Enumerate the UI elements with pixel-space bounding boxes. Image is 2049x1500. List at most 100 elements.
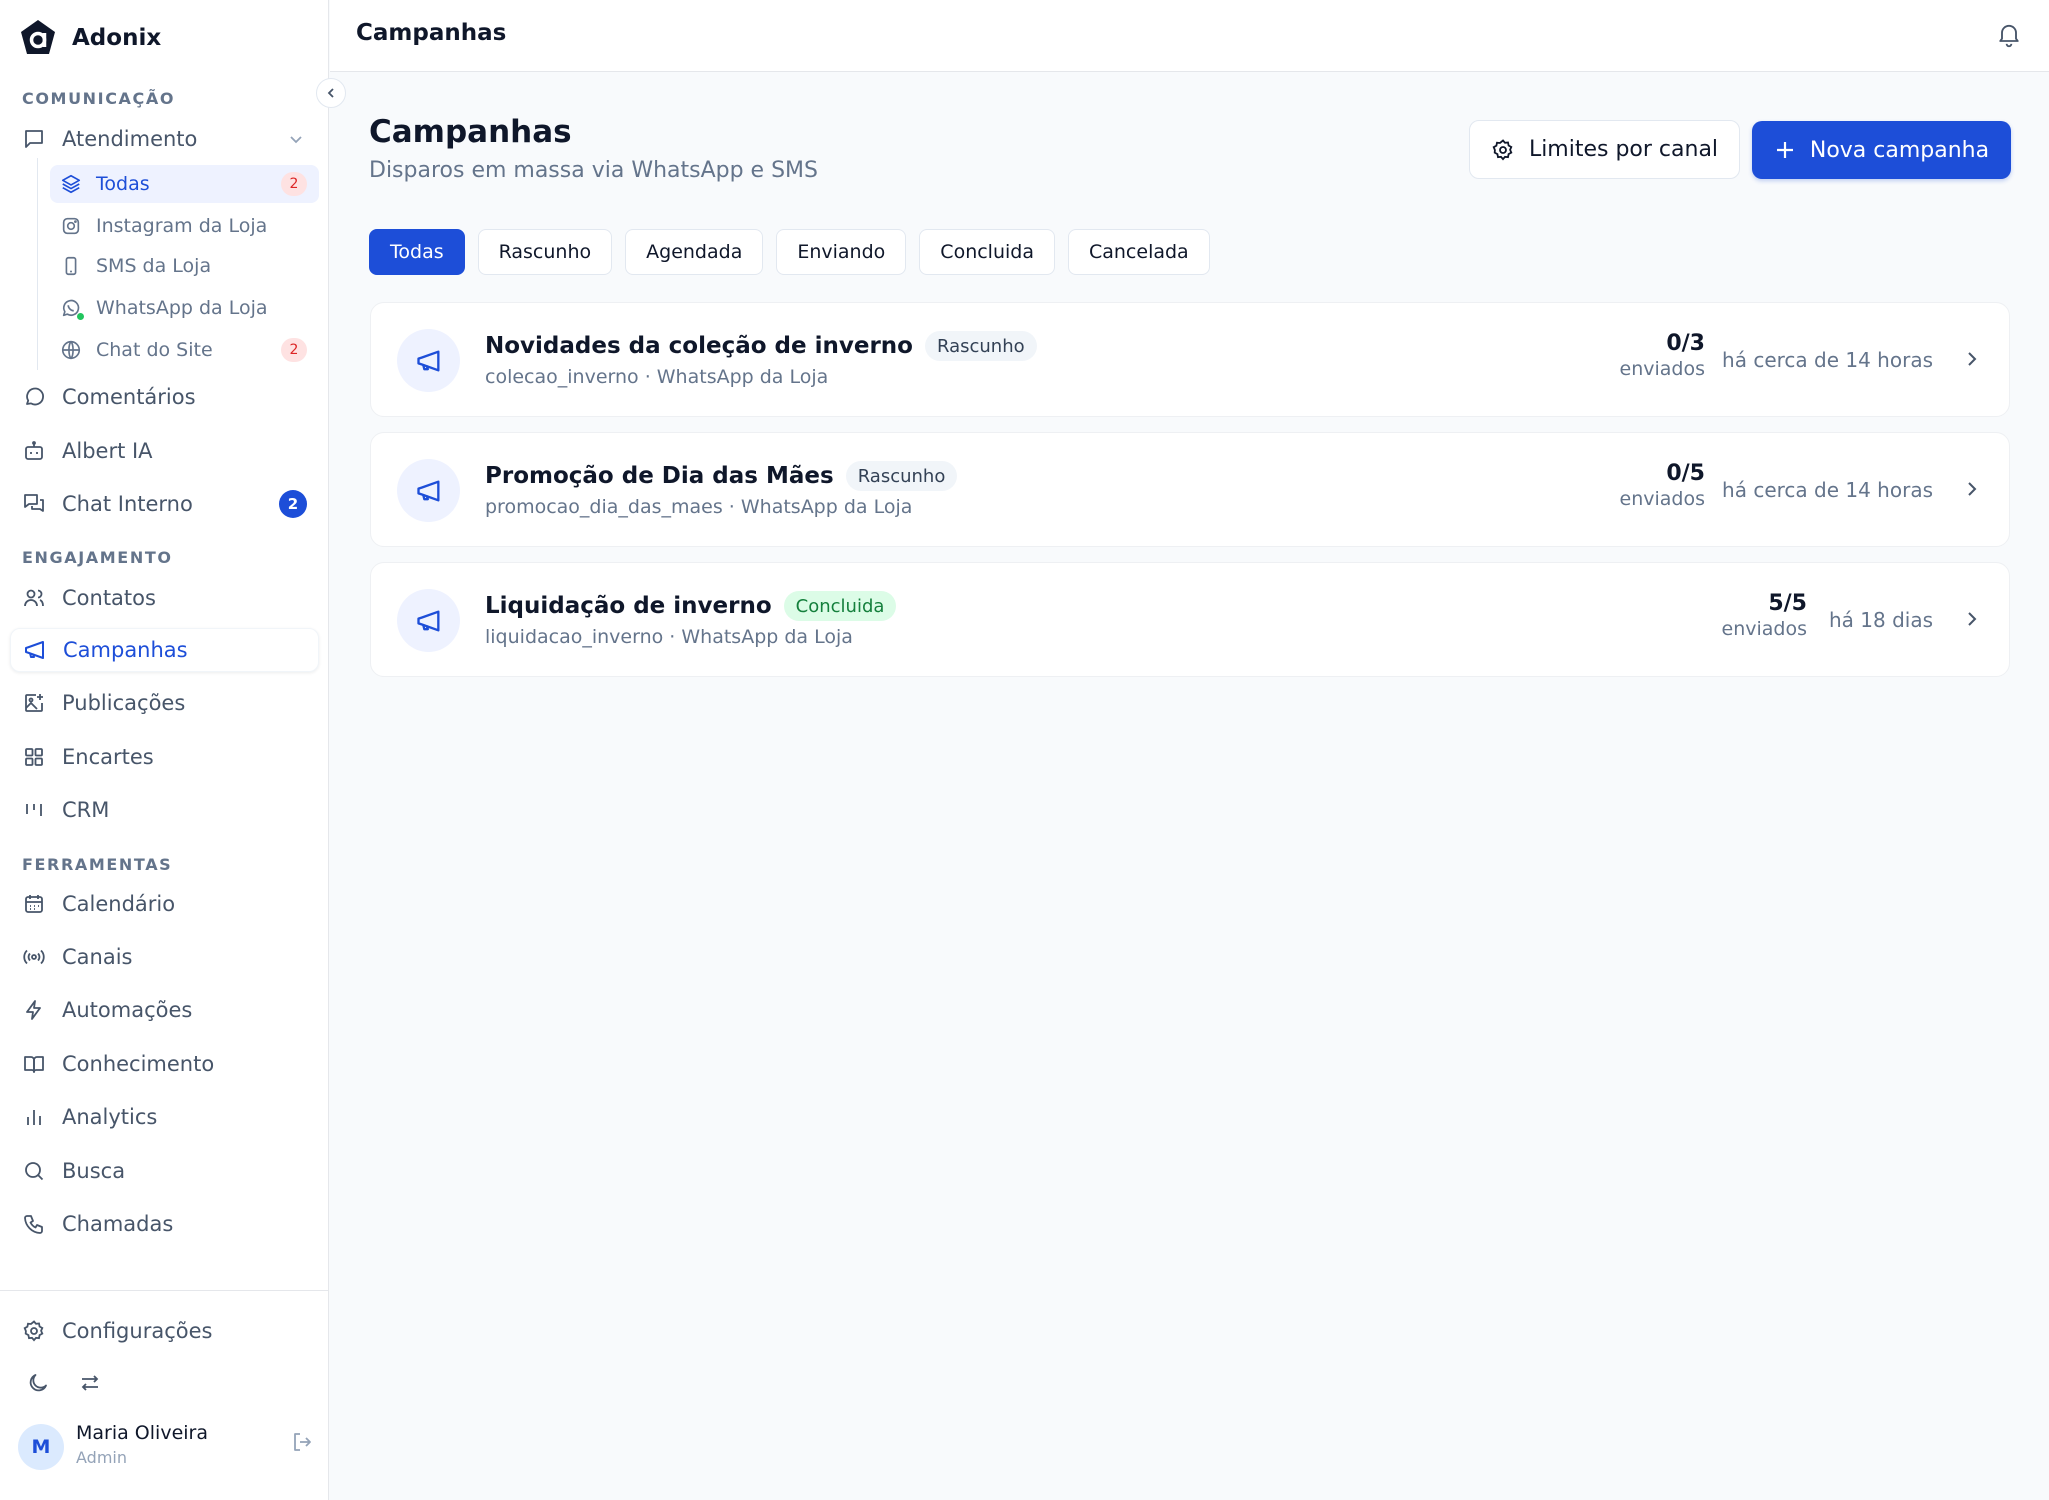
top-bar: Campanhas	[330, 0, 2049, 72]
chevron-right-icon	[1961, 608, 1983, 630]
chevron-right-icon	[1961, 478, 1983, 500]
sidebar-item-calendario[interactable]: Calendário	[10, 882, 319, 926]
campaign-stats: 0/5 enviados	[1620, 461, 1705, 510]
campaign-card[interactable]: Novidades da coleção de inverno Rascunho…	[370, 302, 2010, 417]
users-icon	[22, 586, 46, 610]
sidebar-item-automacoes[interactable]: Automações	[10, 988, 319, 1032]
sidebar-item-comentarios[interactable]: Comentários	[10, 375, 319, 419]
user-role: Admin	[76, 1448, 127, 1467]
megaphone-icon	[397, 329, 460, 392]
kanban-icon	[22, 798, 46, 822]
sidebar-subitem-label: SMS da Loja	[96, 255, 212, 277]
sidebar-item-label: Atendimento	[62, 127, 198, 151]
settings-icon	[22, 1319, 46, 1343]
sidebar-item-label: Chamadas	[62, 1212, 174, 1236]
sidebar-item-label: Campanhas	[63, 638, 188, 662]
switch-account-button[interactable]	[72, 1365, 108, 1401]
unread-badge: 2	[281, 172, 307, 196]
search-icon	[22, 1159, 46, 1183]
page-title: Campanhas	[369, 114, 572, 150]
sent-count: 0/3	[1666, 331, 1705, 356]
globe-icon	[60, 339, 82, 361]
zap-icon	[22, 998, 46, 1022]
status-badge: Rascunho	[845, 461, 958, 491]
phone-device-icon	[60, 255, 82, 277]
sidebar-item-configuracoes[interactable]: Configurações	[10, 1309, 319, 1353]
sidebar-item-canais[interactable]: Canais	[10, 935, 319, 979]
sidebar-item-label: CRM	[62, 798, 110, 822]
layers-icon	[60, 173, 82, 195]
sidebar-subitem-sms[interactable]: SMS da Loja	[50, 247, 319, 285]
sidebar-item-atendimento[interactable]: Atendimento	[10, 117, 319, 161]
sidebar-item-label: Comentários	[62, 385, 196, 409]
user-profile[interactable]: M Maria Oliveira Admin	[18, 1422, 314, 1470]
campaign-time: há cerca de 14 horas	[1722, 478, 1933, 502]
status-filter-tabs: Todas Rascunho Agendada Enviando Conclui…	[369, 229, 1210, 275]
book-open-icon	[22, 1052, 46, 1076]
theme-toggle-button[interactable]	[20, 1365, 56, 1401]
unread-badge: 2	[281, 338, 307, 362]
sidebar-item-albert-ia[interactable]: Albert IA	[10, 429, 319, 473]
sidebar-item-contatos[interactable]: Contatos	[10, 576, 319, 620]
messages-icon	[22, 492, 46, 516]
sidebar-item-label: Analytics	[62, 1105, 158, 1129]
campaign-card[interactable]: Promoção de Dia das Mães Rascunho promoc…	[370, 432, 2010, 547]
page-subtitle: Disparos em massa via WhatsApp e SMS	[369, 158, 818, 183]
avatar: M	[18, 1424, 64, 1470]
arrows-swap-icon	[78, 1371, 102, 1395]
campaign-title: Liquidação de inverno	[485, 593, 772, 619]
sidebar-item-crm[interactable]: CRM	[10, 788, 319, 832]
sidebar-subitem-todas[interactable]: Todas 2	[50, 165, 319, 203]
unread-badge: 2	[279, 490, 307, 518]
status-badge: Concluida	[783, 591, 897, 621]
instagram-icon	[60, 215, 82, 237]
phone-icon	[22, 1212, 46, 1236]
sidebar-item-label: Chat Interno	[62, 492, 193, 516]
megaphone-icon	[397, 589, 460, 652]
brand[interactable]: Adonix	[18, 18, 161, 58]
sidebar-item-conhecimento[interactable]: Conhecimento	[10, 1042, 319, 1086]
tab-todas[interactable]: Todas	[369, 229, 465, 275]
sidebar-subitem-label: Instagram da Loja	[96, 215, 268, 237]
section-label-comunicacao: COMUNICAÇÃO	[22, 89, 176, 108]
sidebar-subitem-instagram[interactable]: Instagram da Loja	[50, 207, 319, 245]
campaign-time: há cerca de 14 horas	[1722, 348, 1933, 372]
sidebar-item-campanhas[interactable]: Campanhas	[10, 628, 319, 672]
chevron-down-icon	[287, 130, 305, 148]
sidebar-subitem-whatsapp[interactable]: WhatsApp da Loja	[50, 289, 319, 327]
megaphone-icon	[397, 459, 460, 522]
online-status-dot	[76, 312, 85, 321]
channel-limits-button[interactable]: Limites por canal	[1469, 120, 1740, 179]
section-label-ferramentas: FERRAMENTAS	[22, 855, 173, 874]
megaphone-icon	[23, 638, 47, 662]
campaign-card[interactable]: Liquidação de inverno Concluida liquidac…	[370, 562, 2010, 677]
sidebar-subitem-chat-site[interactable]: Chat do Site 2	[50, 331, 319, 369]
section-label-engajamento: ENGAJAMENTO	[22, 548, 173, 567]
tab-agendada[interactable]: Agendada	[625, 229, 764, 275]
sidebar-item-label: Calendário	[62, 892, 176, 916]
radio-icon	[22, 945, 46, 969]
grid-icon	[22, 745, 46, 769]
whatsapp-icon	[60, 297, 85, 321]
sent-label: enviados	[1721, 618, 1807, 640]
sidebar-item-label: Publicações	[62, 691, 186, 715]
sidebar-item-analytics[interactable]: Analytics	[10, 1095, 319, 1139]
submenu-guide-line	[37, 158, 38, 370]
new-campaign-button[interactable]: Nova campanha	[1752, 121, 2011, 179]
sidebar-item-label: Busca	[62, 1159, 126, 1183]
sidebar-item-encartes[interactable]: Encartes	[10, 735, 319, 779]
tab-cancelada[interactable]: Cancelada	[1067, 229, 1210, 275]
campaign-stats: 0/3 enviados	[1620, 331, 1705, 380]
sidebar-item-publicacoes[interactable]: Publicações	[10, 681, 319, 725]
logout-icon[interactable]	[290, 1430, 314, 1454]
sidebar-item-label: Automações	[62, 998, 193, 1022]
sent-count: 0/5	[1666, 461, 1705, 486]
sidebar-item-busca[interactable]: Busca	[10, 1149, 319, 1193]
sidebar-item-chamadas[interactable]: Chamadas	[10, 1202, 319, 1246]
tab-enviando[interactable]: Enviando	[776, 229, 907, 275]
tab-concluida[interactable]: Concluida	[919, 229, 1055, 275]
bell-icon[interactable]	[1995, 20, 2023, 48]
tab-rascunho[interactable]: Rascunho	[477, 229, 613, 275]
collapse-sidebar-button[interactable]	[316, 78, 346, 108]
sidebar-item-chat-interno[interactable]: Chat Interno 2	[10, 482, 319, 526]
